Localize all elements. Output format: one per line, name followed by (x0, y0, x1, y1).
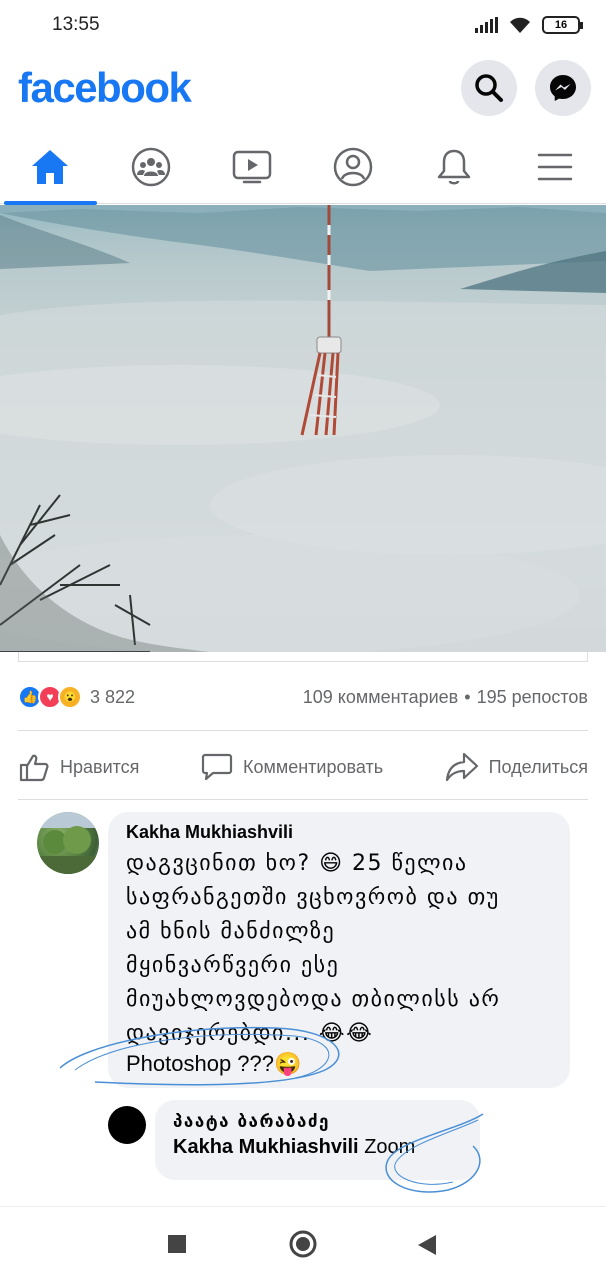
system-nav-bar (0, 1206, 606, 1280)
profile-icon (333, 147, 373, 187)
circle-icon[interactable] (288, 1229, 318, 1259)
wow-reaction-icon: 😮 (58, 685, 82, 709)
post-image[interactable] (0, 205, 606, 652)
comment-line: მყინვარწვერი ესე (126, 953, 340, 978)
status-icons: 16 (475, 16, 583, 34)
comment-line: ამ ხნის მანძილზე (126, 919, 336, 944)
tab-menu[interactable] (505, 130, 605, 204)
shares-count[interactable]: 195 репостов (477, 687, 588, 708)
tab-home[interactable] (0, 130, 100, 205)
hand-drawn-circle-annotation (385, 1113, 484, 1193)
comment-line: საფრანგეთში ვცხოვრობ და თუ (126, 885, 500, 910)
share-icon (445, 752, 478, 782)
comment-author[interactable]: Kakha Mukhiashvili (126, 822, 552, 843)
comment-icon (201, 753, 233, 781)
search-icon (475, 74, 503, 102)
messenger-icon (550, 75, 576, 101)
menu-icon (537, 153, 573, 181)
divider (18, 799, 588, 800)
search-button[interactable] (461, 60, 517, 116)
tv-tower-in-fog-image (0, 205, 606, 652)
post-stats: 👍 ♥ 😮 3 822 109 комментариев • 195 репос… (18, 680, 588, 714)
like-label: Нравится (60, 756, 140, 777)
status-time: 13:55 (52, 14, 100, 35)
tab-watch[interactable] (202, 130, 302, 204)
like-button[interactable]: Нравится (18, 751, 139, 783)
thumbs-up-icon (19, 754, 49, 782)
square-icon[interactable] (168, 1235, 186, 1253)
image-caption-strip (18, 652, 588, 662)
stats-separator: • (464, 686, 471, 707)
home-icon (32, 150, 68, 184)
signal-icon (475, 17, 498, 33)
app-header: facebook (0, 54, 606, 128)
reactions-count[interactable]: 3 822 (90, 687, 135, 708)
commenter-avatar-image (37, 812, 99, 874)
status-bar: 13:55 16 (0, 0, 606, 54)
mention-link[interactable]: Kakha Mukhiashvili (173, 1136, 359, 1158)
comment-label: Комментировать (242, 756, 384, 777)
main-nav (0, 130, 606, 205)
share-button[interactable]: Поделиться (445, 751, 588, 783)
divider (18, 730, 588, 731)
tab-notifications[interactable] (404, 130, 504, 204)
post-actions: Нравится Комментировать Поделиться (18, 738, 588, 796)
back-triangle-icon[interactable] (416, 1233, 438, 1257)
comments-count[interactable]: 109 комментариев (303, 687, 459, 708)
groups-icon (131, 147, 171, 187)
facebook-logo[interactable]: facebook (18, 64, 192, 112)
video-icon (232, 150, 272, 184)
comment-line: დაგვცინით ხო? 😄 25 წელია (126, 851, 468, 876)
bell-icon (437, 149, 471, 185)
avatar[interactable] (37, 812, 99, 874)
reaction-icons[interactable]: 👍 ♥ 😮 (18, 685, 82, 709)
wifi-icon (510, 17, 530, 33)
share-label: Поделиться (488, 756, 588, 777)
comment-button[interactable]: Комментировать (201, 751, 383, 783)
battery-icon: 16 (542, 16, 583, 34)
avatar[interactable] (108, 1106, 146, 1144)
messenger-button[interactable] (535, 60, 591, 116)
tab-profile[interactable] (303, 130, 403, 204)
hand-drawn-circle-annotation (59, 1026, 340, 1086)
tab-groups[interactable] (101, 130, 201, 204)
